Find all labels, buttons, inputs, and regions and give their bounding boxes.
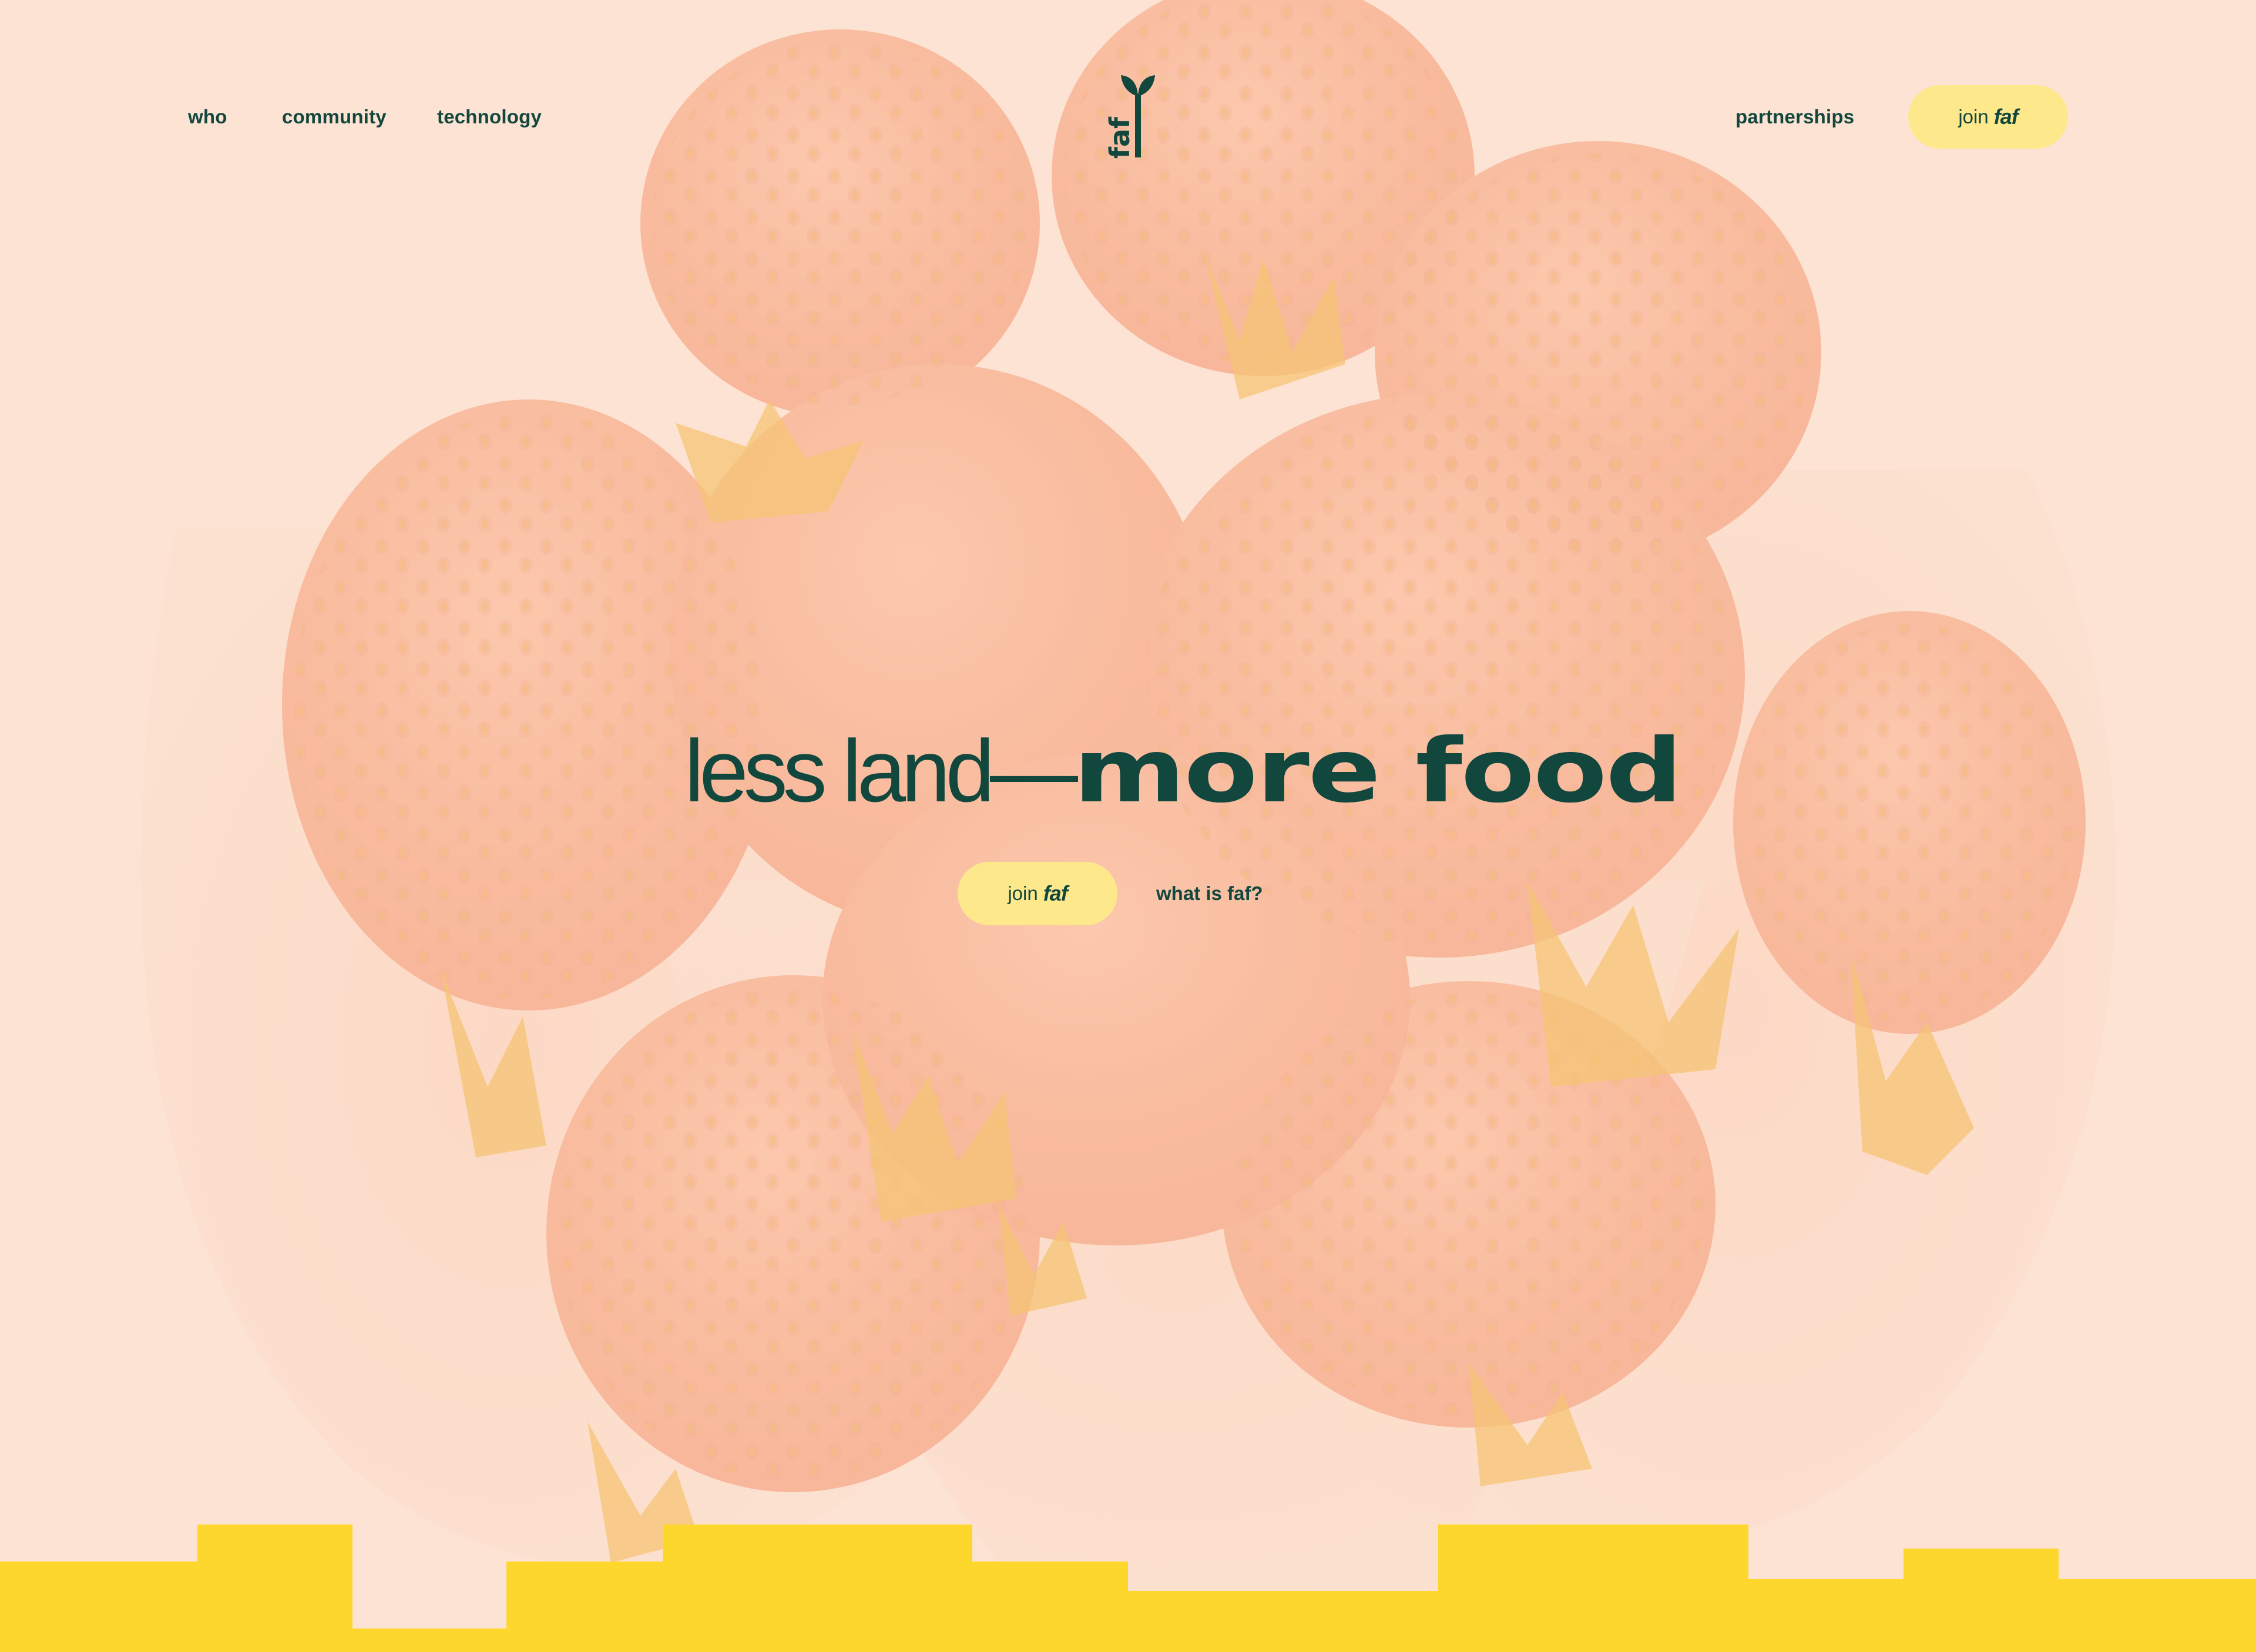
brand-wordmark: faf — [1993, 105, 2019, 129]
nav-who[interactable]: who — [188, 103, 227, 130]
join-faf-hero-button[interactable]: join faf — [958, 862, 1117, 925]
hero-headline: less land—more food — [0, 718, 2256, 824]
join-faf-nav-button[interactable]: join faf — [1908, 85, 2068, 149]
join-label: join — [1008, 882, 1038, 904]
faf-logo[interactable]: faf — [1095, 70, 1160, 160]
brand-wordmark: faf — [1043, 881, 1068, 905]
nav-technology[interactable]: technology — [437, 103, 542, 130]
headline-light: less land— — [684, 721, 1078, 820]
what-is-faf-link[interactable]: what is faf? — [1156, 880, 1263, 907]
sprout-icon: faf — [1104, 75, 1155, 159]
headline-bold: more food — [1073, 720, 1683, 822]
join-label: join — [1958, 106, 1989, 127]
hero-background-image — [0, 0, 2256, 1652]
nav-community[interactable]: community — [282, 103, 387, 130]
nav-partnerships[interactable]: partnerships — [1735, 103, 1854, 130]
footer-skyline-decoration — [0, 1525, 2256, 1652]
logo-text: faf — [1104, 116, 1136, 159]
